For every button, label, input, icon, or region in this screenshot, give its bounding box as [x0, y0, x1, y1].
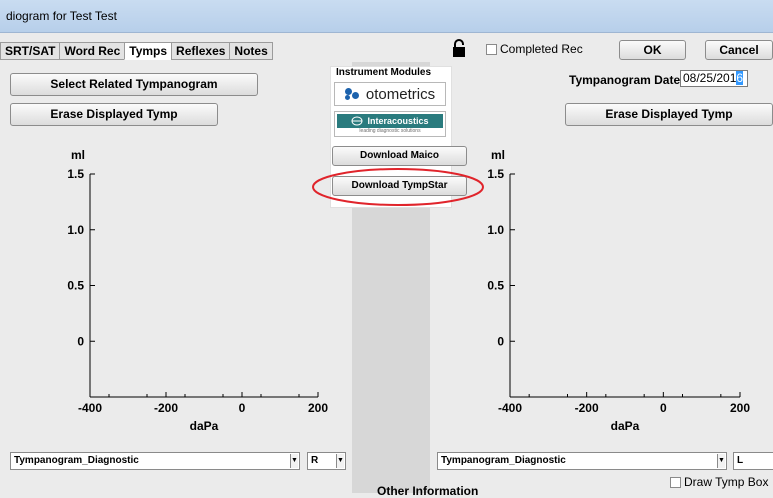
draw-tymp-box-checkbox[interactable]: Draw Tymp Box: [670, 475, 768, 489]
draw-tymp-box-box[interactable]: [670, 476, 681, 488]
window-title: diogram for Test Test: [6, 9, 117, 23]
lock-icon[interactable]: [452, 39, 466, 57]
right-chart-y-tick-label: 0.5: [487, 279, 504, 293]
tab-notes[interactable]: Notes: [229, 42, 273, 60]
left-ear-select-value: R: [311, 455, 319, 466]
interacoustics-label: Interacoustics: [367, 116, 429, 126]
other-information-label: Other Information: [377, 484, 479, 498]
right-chart-y-tick-label: 1.5: [487, 167, 504, 181]
cancel-button[interactable]: Cancel: [705, 40, 773, 60]
right-chart-ylabel: ml: [491, 148, 505, 162]
otometrics-icon: [344, 88, 363, 100]
left-tympanogram-chart: ml 1.5 1.0 0.5 0 -400 -200 0 200 daPa: [0, 145, 340, 443]
right-chart-xlabel: daPa: [611, 419, 640, 433]
right-tympanogram-chart: ml 1.5 1.0 0.5 0 -400 -200 0 200 daPa: [430, 145, 773, 443]
otometrics-label: otometrics: [365, 85, 436, 103]
otometrics-logo-button[interactable]: otometrics: [334, 82, 446, 106]
erase-displayed-tymp-left-button[interactable]: Erase Displayed Tymp: [10, 103, 218, 126]
interacoustics-bar: Interacoustics: [337, 114, 443, 128]
draw-tymp-box-label: Draw Tymp Box: [684, 475, 769, 489]
left-ear-select[interactable]: R ▼: [307, 452, 346, 470]
interacoustics-icon: [351, 116, 363, 126]
window-title-bar: diogram for Test Test: [0, 0, 773, 33]
interacoustics-logo-button[interactable]: Interacoustics leading diagnostic soluti…: [334, 111, 446, 137]
right-ear-select[interactable]: L: [733, 452, 773, 470]
left-chart-xlabel: daPa: [190, 419, 219, 433]
right-chart-x-tick-label: -200: [575, 401, 599, 415]
right-chart-x-tick-label: 200: [730, 401, 750, 415]
dropdown-arrow-icon[interactable]: ▼: [336, 454, 344, 468]
dropdown-arrow-icon[interactable]: ▼: [290, 454, 298, 468]
tab-reflexes[interactable]: Reflexes: [171, 42, 231, 60]
completed-rec-checkbox[interactable]: Completed Rec: [486, 42, 583, 56]
left-chart-y-tick-label: 0: [77, 334, 84, 348]
ok-button[interactable]: OK: [619, 40, 686, 60]
right-chart-y-tick-label: 0: [497, 334, 504, 348]
left-type-select[interactable]: Tympanogram_Diagnostic ▼: [10, 452, 300, 470]
select-related-tympanogram-button[interactable]: Select Related Tympanogram: [10, 73, 258, 96]
date-value-main: 08/25/201: [683, 71, 737, 85]
right-type-select[interactable]: Tympanogram_Diagnostic ▼: [437, 452, 727, 470]
tab-word-rec[interactable]: Word Rec: [59, 42, 126, 60]
left-chart-ylabel: ml: [71, 148, 85, 162]
right-ear-select-value: L: [737, 455, 744, 466]
left-chart-x-tick-label: 200: [308, 401, 328, 415]
tympanogram-date-field[interactable]: 08/25/2016: [680, 70, 748, 87]
tab-srt-sat[interactable]: SRT/SAT: [0, 42, 61, 60]
tab-tymps[interactable]: Tymps: [124, 42, 173, 60]
dropdown-arrow-icon[interactable]: ▼: [717, 454, 725, 468]
left-chart-y-tick-label: 1.0: [67, 223, 84, 237]
left-type-select-value: Tympanogram_Diagnostic: [14, 455, 139, 466]
right-chart-x-tick-label: 0: [660, 401, 667, 415]
date-value-selected: 6: [736, 71, 744, 85]
completed-rec-box[interactable]: [486, 43, 497, 55]
left-chart-x-tick-label: -400: [78, 401, 102, 415]
right-type-select-value: Tympanogram_Diagnostic: [441, 455, 566, 466]
erase-displayed-tymp-right-button[interactable]: Erase Displayed Tymp: [565, 103, 773, 126]
left-chart-y-tick-label: 0.5: [67, 279, 84, 293]
left-chart-y-tick-label: 1.5: [67, 167, 84, 181]
tympanogram-date-label: Tympanogram Date:: [569, 73, 685, 87]
tab-bar: SRT/SAT Word Rec Tymps Reflexes Notes: [0, 42, 273, 60]
left-chart-svg: ml 1.5 1.0 0.5 0 -400 -200 0 200 daPa: [67, 148, 328, 433]
left-chart-x-tick-label: -200: [154, 401, 178, 415]
left-chart-x-tick-label: 0: [239, 401, 246, 415]
interacoustics-tagline: leading diagnostic solutions: [359, 128, 421, 134]
completed-rec-label: Completed Rec: [500, 42, 583, 56]
right-chart-y-tick-label: 1.0: [487, 223, 504, 237]
right-chart-x-tick-label: -400: [498, 401, 522, 415]
instrument-modules-title: Instrument Modules: [336, 67, 432, 78]
right-chart-svg: ml 1.5 1.0 0.5 0 -400 -200 0 200 daPa: [487, 148, 750, 433]
